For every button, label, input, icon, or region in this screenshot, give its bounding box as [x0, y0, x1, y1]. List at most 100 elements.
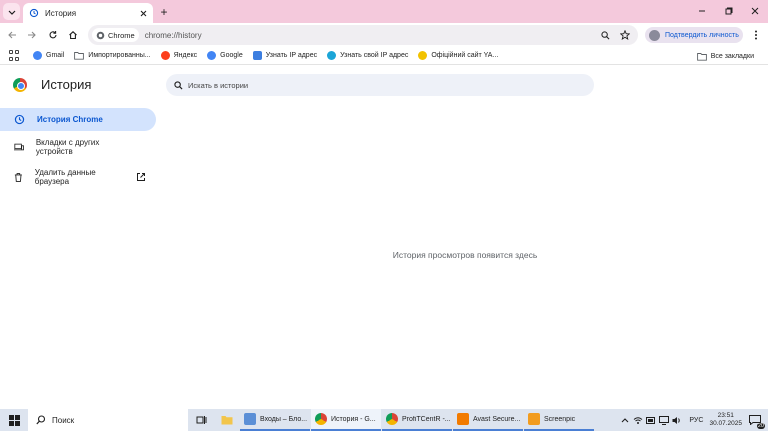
task-view-icon: [196, 416, 206, 424]
bookmark-star-button[interactable]: [618, 28, 632, 42]
windows-icon: [8, 414, 20, 426]
history-icon: [29, 8, 39, 18]
taskbar-app-profitcentr[interactable]: ProfiTCentR -...: [382, 409, 452, 431]
sidebar-item-other-devices[interactable]: Вкладки с других устройств: [0, 136, 120, 158]
bookmark-gmail[interactable]: Gmail: [29, 49, 68, 63]
restore-button[interactable]: [717, 3, 741, 19]
tab-history[interactable]: История: [23, 3, 153, 23]
start-button[interactable]: [0, 409, 28, 431]
sidebar-item-clear-data[interactable]: Удалить данные браузера: [0, 166, 120, 188]
page-title: История: [41, 77, 92, 92]
avast-icon: [457, 413, 469, 425]
browser-toolbar: Chrome chrome://history Подтвердить личн…: [0, 23, 768, 47]
bookmark-my-ip[interactable]: Узнать свой IP адрес: [323, 49, 412, 63]
reload-button[interactable]: [45, 27, 61, 43]
chrome-icon: [315, 413, 327, 425]
google-g-icon: [207, 51, 217, 60]
taskbar-search-box[interactable]: Поиск: [28, 409, 188, 431]
home-icon: [69, 31, 77, 40]
ip-icon: [252, 51, 262, 60]
taskbar-app-logins[interactable]: Входы – Бло...: [240, 409, 310, 431]
plus-icon: +: [160, 5, 168, 19]
address-bar[interactable]: Chrome chrome://history: [88, 25, 638, 45]
back-button[interactable]: [4, 27, 20, 43]
w-icon: [327, 51, 337, 60]
search-icon: [36, 415, 46, 425]
zoom-button[interactable]: [598, 28, 612, 42]
input-language[interactable]: РУС: [689, 417, 703, 424]
screenpic-icon: [528, 413, 540, 425]
site-chip-label: Chrome: [108, 30, 135, 40]
search-placeholder: Искать в истории: [188, 80, 249, 90]
close-window-button[interactable]: [743, 3, 767, 19]
battery-icon: [645, 416, 655, 424]
wifi-icon: [633, 416, 643, 424]
show-hidden-icons-button[interactable]: [618, 409, 631, 431]
site-info-chip[interactable]: Chrome: [92, 28, 139, 42]
battery-icon[interactable]: [644, 409, 657, 431]
tab-close-button[interactable]: [136, 6, 150, 20]
tab-strip: История +: [0, 0, 768, 23]
devices-icon: [14, 143, 24, 151]
home-button[interactable]: [65, 27, 81, 43]
volume-icon[interactable]: [670, 409, 683, 431]
taskbar-app-label: ProfiTCentR -...: [402, 415, 451, 423]
sidebar-item-label: Удалить данные браузера: [34, 168, 96, 186]
display-icon[interactable]: [657, 409, 670, 431]
open-in-new-icon[interactable]: [135, 171, 147, 183]
app-icon: [244, 413, 256, 425]
history-search-input[interactable]: Искать в истории: [166, 74, 594, 96]
tab-title: История: [45, 8, 77, 18]
taskbar-app-chrome-history[interactable]: История - G...: [311, 409, 381, 431]
chrome-menu-button[interactable]: [749, 27, 763, 43]
chrome-icon: [96, 31, 105, 39]
bookmark-google[interactable]: Google: [203, 49, 247, 63]
action-center-button[interactable]: 20: [748, 413, 765, 429]
taskbar-app-avast[interactable]: Avast Secure...: [453, 409, 523, 431]
more-vert-icon: [755, 30, 757, 40]
profile-label: Подтвердить личность: [665, 31, 739, 39]
clock-time: 23:51: [717, 412, 734, 419]
history-icon: [14, 114, 25, 125]
reload-icon: [49, 31, 57, 39]
taskbar-app-screenpic[interactable]: Screenpic: [524, 409, 594, 431]
bookmark-imported-folder[interactable]: Импортированны...: [70, 49, 154, 63]
file-explorer-button[interactable]: [214, 409, 240, 431]
notification-badge: 20: [756, 423, 765, 429]
taskbar-app-label: Avast Secure...: [473, 415, 521, 423]
bookmark-label: Яндекс: [173, 52, 198, 59]
taskbar-app-label: Входы – Бло...: [260, 415, 308, 423]
task-view-button[interactable]: [188, 409, 214, 431]
restore-icon: [725, 7, 733, 15]
bookmark-label: Узнать IP адрес: [265, 52, 318, 59]
bookmarks-bar: Gmail Импортированны... Яндекс Google Уз…: [0, 47, 768, 65]
all-bookmarks-button[interactable]: Все закладки: [693, 49, 758, 63]
bookmark-official-site[interactable]: Офіційний сайт YA...: [414, 49, 502, 63]
forward-button[interactable]: [24, 27, 40, 43]
minimize-icon: [699, 10, 705, 12]
taskbar: Поиск Входы – Бло... История - G... Prof…: [0, 409, 768, 431]
sidebar-item-chrome-history[interactable]: История Chrome: [0, 108, 156, 131]
chevron-up-icon: [621, 418, 629, 423]
taskbar-app-label: История - G...: [331, 415, 376, 423]
new-tab-button[interactable]: +: [156, 4, 172, 20]
arrow-right-icon: [28, 31, 36, 39]
history-page: История Искать в истории История Chrome …: [0, 66, 768, 409]
folder-icon: [74, 52, 85, 60]
network-icon[interactable]: [631, 409, 644, 431]
folder-icon: [696, 52, 707, 61]
monitor-icon: [658, 415, 669, 425]
bookmark-yandex[interactable]: Яндекс: [157, 49, 202, 63]
speaker-icon: [672, 416, 680, 424]
close-icon: [140, 10, 146, 16]
url-text[interactable]: chrome://history: [145, 31, 598, 40]
minimize-button[interactable]: [690, 3, 714, 19]
yandex-icon: [160, 51, 170, 60]
tab-search-button[interactable]: [3, 3, 20, 20]
profile-button[interactable]: Подтвердить личность: [645, 27, 743, 43]
star-icon: [620, 30, 630, 40]
bookmark-ip-address[interactable]: Узнать IP адрес: [249, 49, 321, 63]
system-tray: РУС 23:51 30.07.2025 20: [618, 409, 768, 431]
clock[interactable]: 23:51 30.07.2025: [709, 412, 742, 428]
apps-icon[interactable]: [9, 49, 21, 62]
